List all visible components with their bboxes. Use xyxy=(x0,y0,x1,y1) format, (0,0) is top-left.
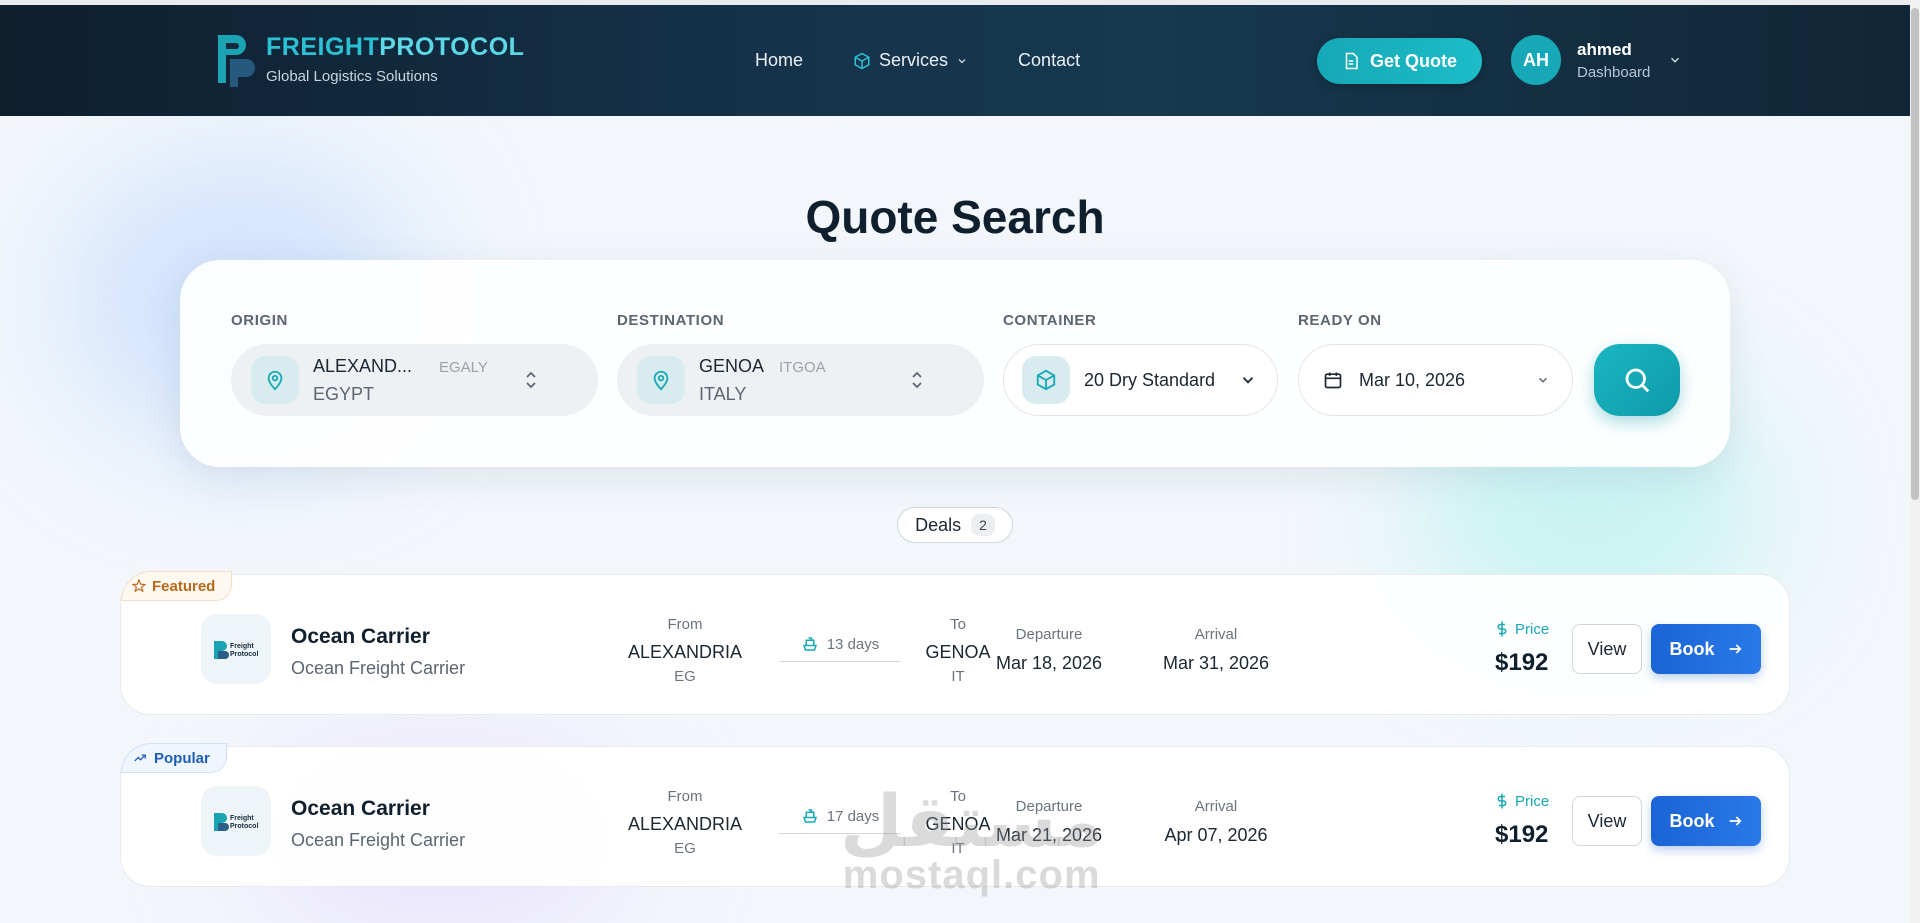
destination-select[interactable]: GENOA ITGOA ITALY xyxy=(617,344,984,416)
view-button[interactable]: View xyxy=(1572,624,1642,674)
trending-up-icon xyxy=(134,754,146,762)
carrier-type: Ocean Freight Carrier xyxy=(291,830,466,850)
chevron-down-icon xyxy=(1671,57,1680,63)
deals-count: 2 xyxy=(971,514,995,536)
book-button[interactable]: Book xyxy=(1651,796,1761,846)
svg-text:Protocol: Protocol xyxy=(230,823,258,830)
deal-card[interactable]: Featured Freight Protocol Ocean Carrier O… xyxy=(120,571,1790,715)
star-icon xyxy=(132,579,146,593)
carrier-name: Ocean Carrier xyxy=(291,797,430,820)
price-label: Price xyxy=(1495,620,1549,638)
map-pin-icon xyxy=(637,356,685,404)
get-quote-label: Get Quote xyxy=(1369,50,1457,71)
search-icon xyxy=(1625,368,1650,393)
cube-icon xyxy=(854,52,870,69)
chevron-down-icon xyxy=(1242,377,1254,384)
featured-tag: Featured xyxy=(121,571,233,601)
transit-duration: 13 days xyxy=(779,635,901,662)
search-button[interactable] xyxy=(1594,344,1680,416)
chevron-updown-icon xyxy=(912,371,922,389)
map-pin-icon xyxy=(251,356,299,404)
main-nav: Home Services Contact xyxy=(755,5,1130,116)
nav-home-label: Home xyxy=(755,50,804,70)
document-icon xyxy=(1345,52,1358,70)
price-value: $192 xyxy=(1495,649,1549,676)
page-scrollbar[interactable] xyxy=(1910,0,1920,923)
cube-icon xyxy=(1022,356,1070,404)
chevron-updown-icon xyxy=(526,371,536,389)
book-label: Book xyxy=(1669,638,1715,659)
brand-name: FREIGHTPROTOCOL xyxy=(266,33,525,61)
destination-country: ITALY xyxy=(699,384,747,404)
route-from: From ALEXANDRIA EG xyxy=(627,616,743,685)
view-button[interactable]: View xyxy=(1572,796,1642,846)
book-label: Book xyxy=(1669,810,1715,831)
nav-services[interactable]: Services xyxy=(853,50,968,71)
container-value: 20 Dry Standard xyxy=(1084,370,1216,390)
price-label: Price xyxy=(1495,792,1549,810)
carrier-name: Ocean Carrier xyxy=(291,625,430,648)
arrival-date: Arrival Apr 07, 2026 xyxy=(1164,798,1268,845)
deals-label: Deals xyxy=(915,514,962,535)
arrival-date: Arrival Mar 31, 2026 xyxy=(1162,626,1270,673)
nav-contact[interactable]: Contact xyxy=(1018,50,1080,71)
svg-text:Freight: Freight xyxy=(230,815,254,822)
dollar-icon xyxy=(1497,621,1507,637)
origin-select[interactable]: ALEXAND... EGALY EGYPT xyxy=(231,344,598,416)
popular-tag: Popular xyxy=(121,743,227,773)
site-header: FREIGHTPROTOCOL Global Logistics Solutio… xyxy=(0,5,1910,116)
route-from: From ALEXANDRIA EG xyxy=(627,788,743,857)
container-label: CONTAINER xyxy=(1003,312,1097,329)
user-menu[interactable]: AH ahmed Dashboard xyxy=(1511,35,1682,85)
calendar-icon xyxy=(1324,372,1342,389)
carrier-type: Ocean Freight Carrier xyxy=(291,658,466,678)
destination-city: GENOA xyxy=(699,356,765,376)
avatar: AH xyxy=(1511,35,1561,85)
brand[interactable]: FREIGHTPROTOCOL Global Logistics Solutio… xyxy=(214,29,524,89)
origin-city: ALEXAND... xyxy=(313,356,413,376)
destination-label: DESTINATION xyxy=(617,312,725,329)
chevron-down-icon xyxy=(1538,377,1548,383)
svg-text:Freight: Freight xyxy=(230,643,254,650)
origin-code: EGALY xyxy=(439,359,488,376)
arrow-right-icon xyxy=(1729,644,1742,654)
brand-logo-icon xyxy=(214,29,256,89)
arrow-right-icon xyxy=(1729,816,1742,826)
ready-date-value: Mar 10, 2026 xyxy=(1359,370,1466,390)
get-quote-button[interactable]: Get Quote xyxy=(1317,38,1482,84)
nav-services-label: Services xyxy=(879,50,949,70)
search-card: ORIGIN ALEXAND... EGALY EGYPT DESTINATIO… xyxy=(180,260,1730,467)
brand-tagline: Global Logistics Solutions xyxy=(266,68,438,85)
carrier-logo: Freight Protocol xyxy=(201,614,271,684)
svg-text:Protocol: Protocol xyxy=(230,651,258,658)
scrollbar-thumb[interactable] xyxy=(1911,8,1919,500)
destination-code: ITGOA xyxy=(779,359,826,376)
origin-country: EGYPT xyxy=(313,384,375,404)
transit-duration: 17 days xyxy=(779,807,901,834)
price-value: $192 xyxy=(1495,821,1549,848)
departure-date: Departure Mar 21, 2026 xyxy=(995,798,1103,845)
chevron-down-icon xyxy=(958,58,966,63)
container-select[interactable]: 20 Dry Standard xyxy=(1003,344,1278,416)
departure-date: Departure Mar 18, 2026 xyxy=(995,626,1103,673)
origin-label: ORIGIN xyxy=(231,312,288,329)
deal-card[interactable]: Popular Freight Protocol Ocean Carrier Oc… xyxy=(120,743,1790,887)
deals-count-badge: Deals 2 xyxy=(897,507,1013,543)
user-role: Dashboard xyxy=(1577,63,1651,81)
ready-date-picker[interactable]: Mar 10, 2026 xyxy=(1298,344,1573,416)
page-title: Quote Search xyxy=(805,191,1105,243)
nav-contact-label: Contact xyxy=(1018,50,1081,70)
dollar-icon xyxy=(1497,793,1507,809)
ship-icon xyxy=(802,809,817,823)
ready-label: READY ON xyxy=(1298,312,1382,329)
book-button[interactable]: Book xyxy=(1651,624,1761,674)
carrier-logo: Freight Protocol xyxy=(201,786,271,856)
nav-home[interactable]: Home xyxy=(755,50,803,71)
ship-icon xyxy=(802,637,817,651)
user-name: ahmed xyxy=(1577,39,1632,59)
